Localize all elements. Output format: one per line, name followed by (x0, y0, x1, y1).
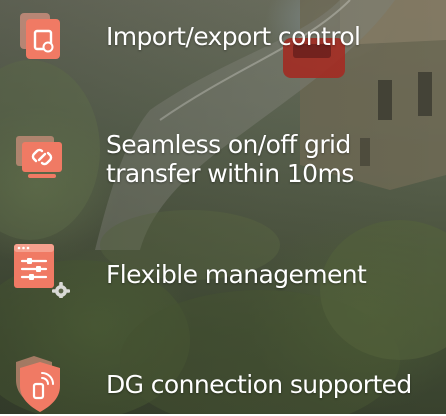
feature-label: DG connection supported (106, 370, 412, 399)
feature-label-line-1: Seamless on/off grid (106, 130, 351, 159)
feature-import-export: Import/export control (0, 0, 446, 80)
settings-window-icon (14, 240, 72, 300)
feature-label: Seamless on/off grid transfer within 10m… (106, 130, 354, 188)
feature-grid-transfer: Seamless on/off grid transfer within 10m… (0, 120, 446, 200)
feature-flexible-management: Flexible management (0, 234, 446, 314)
shield-device-icon (14, 354, 72, 412)
meter-icon (14, 11, 72, 69)
feature-label-line-2: transfer within 10ms (106, 159, 354, 188)
feature-label: Import/export control (106, 22, 361, 51)
feature-dg-connection: DG connection supported (0, 346, 446, 414)
feature-label: Flexible management (106, 260, 367, 289)
link-monitor-icon (14, 128, 72, 186)
